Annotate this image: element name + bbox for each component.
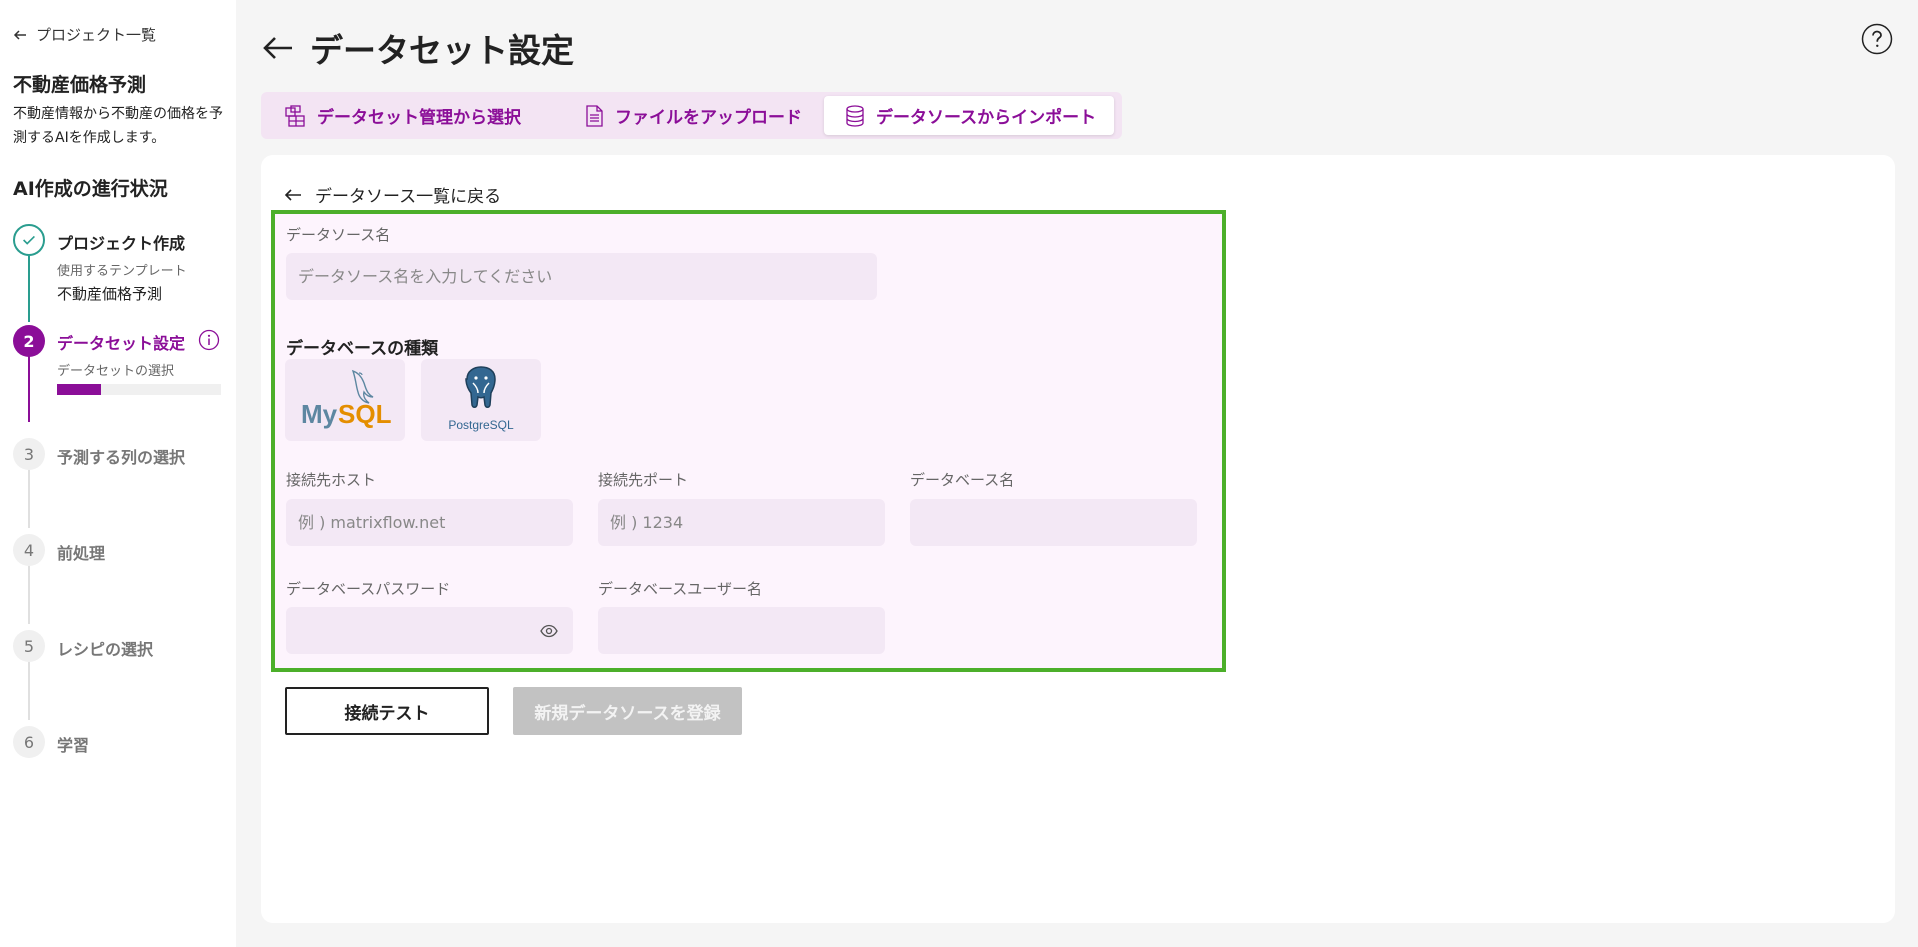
tab-file-upload[interactable]: ファイルをアップロード [563,96,820,135]
postgresql-option[interactable]: PostgreSQL [421,359,541,441]
port-label: 接続先ポート [598,471,689,489]
dataset-manage-icon [285,104,305,127]
step-6-number: 6 [13,726,45,758]
step-1-check-icon [13,224,45,256]
datasource-list-back-label: データソース一覧に戻る [315,187,502,207]
sidebar: プロジェクト一覧 不動産価格予測 不動産情報から不動産の価格を予測するAIを作成… [0,0,236,947]
mysql-logo-icon: My SQL . [301,369,392,429]
dataset-source-tabs: データセット管理から選択 ファイルをアップロード データソースからインポート [261,92,1122,139]
step-5-label: レシピの選択 [57,640,154,659]
postgresql-logo-icon: PostgreSQL [448,366,514,432]
host-input[interactable] [286,499,573,546]
step-2-sub-label: データセットの選択 [57,364,175,379]
connection-test-button[interactable]: 接続テスト [285,687,489,735]
svg-text:SQL: SQL [338,399,392,429]
step-1-template-value: 不動産価格予測 [57,285,163,303]
page-title: データセット設定 [310,31,574,70]
svg-text:.: . [385,415,388,426]
tab-dataset-management[interactable]: データセット管理から選択 [265,96,539,135]
project-title: 不動産価格予測 [13,74,147,96]
step-connector [28,566,30,624]
step-2-label: データセット設定 [57,334,186,353]
datasource-list-back-link[interactable]: データソース一覧に戻る [283,182,501,207]
mysql-option[interactable]: My SQL . [285,359,405,441]
database-icon [846,104,864,127]
project-description: 不動産情報から不動産の価格を予測するAIを作成します。 [13,106,223,146]
step-4-number: 4 [13,534,45,566]
project-list-back-label: プロジェクト一覧 [36,26,157,44]
step-3-label: 予測する列の選択 [57,448,186,467]
tab-file-upload-label: ファイルをアップロード [615,108,802,128]
eye-icon[interactable] [540,622,558,640]
step-connector [28,662,30,720]
register-datasource-button[interactable]: 新規データソースを登録 [513,687,742,735]
step-4-label: 前処理 [57,544,106,563]
page-header: データセット設定 [260,24,574,72]
database-name-input[interactable] [910,499,1197,546]
arrow-left-icon [13,29,26,40]
port-input[interactable] [598,499,885,546]
password-label: データベースパスワード [286,580,451,598]
database-name-label: データベース名 [910,471,1015,489]
tab-datasource-import-label: データソースからインポート [876,108,1097,128]
svg-text:PostgreSQL: PostgreSQL [448,418,514,432]
step-connector [28,356,30,422]
step-5-number: 5 [13,630,45,662]
progress-title: AI作成の進行状況 [13,178,168,200]
password-input[interactable] [286,607,573,654]
project-list-back-link[interactable]: プロジェクト一覧 [12,24,156,45]
step-2-number: 2 [13,325,45,357]
step-1-label: プロジェクト作成 [57,234,186,253]
tab-dataset-management-label: データセット管理から選択 [317,108,521,128]
tab-datasource-import[interactable]: データソースからインポート [824,96,1115,135]
host-label: 接続先ホスト [286,471,377,489]
help-icon[interactable] [1861,23,1893,55]
step-6-label: 学習 [57,736,90,755]
info-icon[interactable] [198,329,220,351]
back-arrow-icon[interactable] [260,30,296,66]
step-2-progress-fill [57,384,102,395]
step-connector [28,470,30,528]
step-2-progress-bar [57,384,221,395]
step-3-number: 3 [13,438,45,470]
datasource-name-label: データソース名 [286,226,391,244]
username-label: データベースユーザー名 [598,580,762,598]
file-icon [586,104,603,127]
username-input[interactable] [598,607,885,654]
datasource-name-input[interactable] [286,253,877,300]
arrow-left-icon [284,188,301,201]
step-1-sub-label: 使用するテンプレート [57,264,187,279]
db-type-title: データベースの種類 [286,339,439,359]
step-connector [28,256,30,322]
svg-text:My: My [301,399,338,429]
